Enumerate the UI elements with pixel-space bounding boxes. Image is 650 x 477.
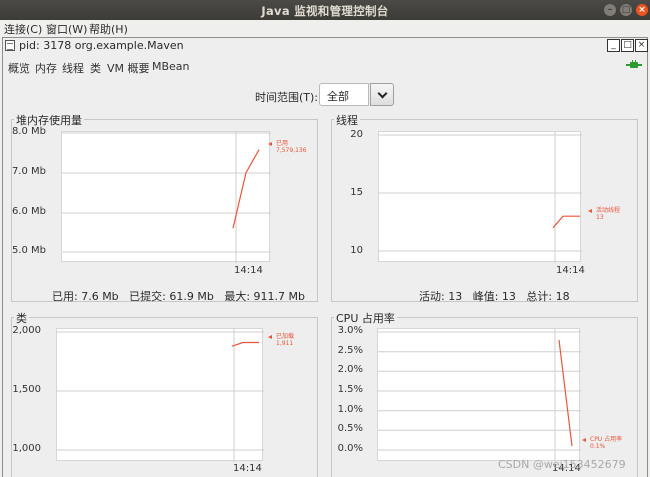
threads-stats: 活动: 13 峰值: 13 总计: 18 [419, 288, 577, 304]
threads-stat-peak: 峰值: 13 [472, 290, 516, 303]
threads-stat-total: 总计: 18 [526, 290, 570, 303]
threads-panel-title: 线程 [334, 112, 360, 128]
document-icon [5, 40, 15, 51]
frame-title: pid: 3178 org.example.Maven [19, 39, 184, 52]
threads-x-tick: 14:14 [556, 265, 585, 276]
menu-help[interactable]: 帮助(H) [89, 21, 128, 37]
threads-legend: 活动线程 13 [588, 207, 621, 221]
classes-legend-value: 1,911 [276, 340, 294, 347]
threads-stat-active: 活动: 13 [419, 290, 463, 303]
menubar: 连接(C) 窗口(W) 帮助(H) [0, 20, 650, 36]
threads-chart-svg [379, 132, 582, 263]
cpu-legend-arrow [582, 438, 586, 442]
cpu-y-tick: 1.0% [337, 404, 363, 415]
cpu-chart-svg [378, 329, 581, 462]
classes-x-tick: 14:14 [233, 463, 262, 474]
cpu-y-tick: 0.0% [337, 443, 363, 454]
cpu-y-tick: 2.0% [337, 364, 363, 375]
cpu-plot [377, 328, 581, 462]
heap-x-tick: 14:14 [234, 265, 263, 276]
heap-y-tick: 6.0 Mb [11, 206, 46, 217]
maximize-icon[interactable]: □ [620, 4, 632, 16]
classes-legend-name: 已加载 [276, 333, 295, 340]
classes-y-tick: 1,500 [12, 384, 41, 395]
classes-chart-svg [57, 329, 264, 462]
heap-chart-svg [62, 132, 271, 263]
classes-y-tick: 2,000 [12, 325, 41, 336]
classes-panel-title: 类 [14, 310, 29, 326]
frame-close-icon[interactable]: × [635, 39, 648, 52]
classes-y-tick: 1,000 [12, 443, 41, 454]
frame-maximize-icon[interactable]: □ [621, 39, 634, 52]
heap-plot [61, 131, 271, 263]
classes-legend-arrow [268, 335, 272, 339]
heap-legend-arrow [268, 142, 272, 146]
threads-plot [378, 131, 582, 263]
heap-legend: 已用 7,579,136 [268, 140, 307, 154]
heap-y-tick: 7.0 Mb [11, 166, 46, 177]
classes-legend: 已加载 1,911 [268, 333, 295, 347]
cpu-y-tick: 0.5% [337, 423, 363, 434]
threads-y-tick: 15 [350, 187, 363, 198]
cpu-legend-value: 0.1% [590, 443, 606, 450]
time-range-select[interactable]: 全部 [319, 83, 369, 106]
heap-legend-value: 7,579,136 [276, 147, 307, 154]
cpu-panel-title: CPU 占用率 [334, 310, 397, 326]
window-title: Java 监视和管理控制台 [261, 4, 389, 18]
cpu-y-tick: 1.5% [337, 384, 363, 395]
heap-used-series [232, 149, 260, 229]
tab-threads[interactable]: 线程 [62, 60, 84, 76]
heap-legend-name: 已用 [276, 140, 289, 147]
menu-connect[interactable]: 连接(C) [4, 21, 42, 37]
classes-plot [56, 328, 264, 462]
time-range-label: 时间范围(T): [255, 91, 319, 104]
threads-legend-name: 活动线程 [596, 207, 621, 214]
cpu-y-tick: 3.0% [337, 325, 363, 336]
menu-window[interactable]: 窗口(W) [46, 21, 87, 37]
cpu-legend: CPU 占用率 0.1% [582, 436, 623, 450]
threads-legend-value: 13 [596, 214, 604, 221]
tab-overview[interactable]: 概览 [8, 60, 30, 76]
minimize-icon[interactable]: – [604, 4, 616, 16]
frame-minimize-icon[interactable]: _ [607, 39, 620, 52]
cpu-y-tick: 2.5% [337, 345, 363, 356]
chevron-down-icon[interactable] [370, 83, 394, 106]
classes-loaded-series [231, 341, 259, 347]
connected-plug-icon [626, 60, 642, 68]
internal-frame-titlebar: pid: 3178 org.example.Maven _ □ × [2, 37, 648, 54]
threads-y-tick: 20 [350, 129, 363, 140]
heap-y-tick: 5.0 Mb [11, 245, 46, 256]
heap-stat-committed: 已提交: 61.9 Mb [129, 290, 214, 303]
heap-stats: 已用: 7.6 Mb 已提交: 61.9 Mb 最大: 911.7 Mb [52, 288, 312, 304]
tab-mbean[interactable]: MBean [152, 60, 190, 73]
cpu-legend-name: CPU 占用率 [590, 436, 623, 443]
threads-legend-arrow [588, 209, 592, 213]
tab-memory[interactable]: 内存 [35, 60, 57, 76]
heap-stat-used: 已用: 7.6 Mb [52, 290, 119, 303]
watermark: CSDN @wei153452679 [498, 458, 626, 471]
threads-y-tick: 10 [350, 245, 363, 256]
heap-stat-max: 最大: 911.7 Mb [224, 290, 306, 303]
tab-classes[interactable]: 类 [90, 60, 101, 76]
heap-y-tick: 8.0 Mb [11, 126, 46, 137]
window-titlebar: Java 监视和管理控制台 – □ × [0, 0, 650, 20]
threads-active-series [552, 215, 580, 229]
close-icon[interactable]: × [636, 4, 648, 16]
tab-vm-summary[interactable]: VM 概要 [107, 60, 150, 76]
